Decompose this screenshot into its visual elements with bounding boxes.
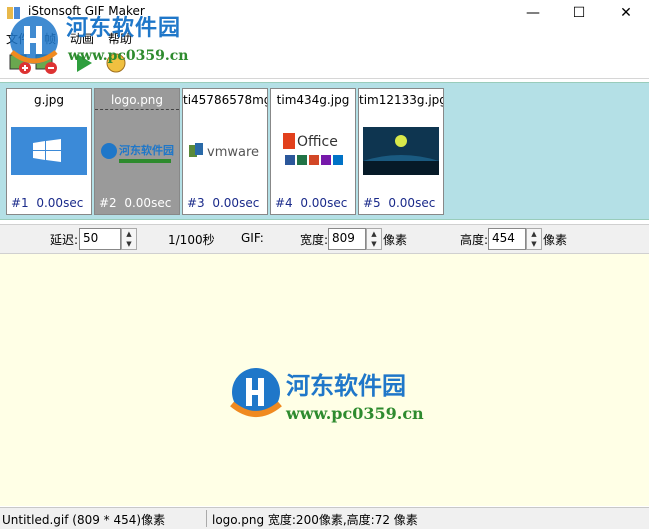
frame-index: #4 0.00sec (275, 196, 348, 210)
width-label: 宽度: (300, 233, 329, 247)
concert-image-thumb (363, 127, 439, 175)
gif-label: GIF: (241, 231, 264, 245)
preview-logo: 河东软件园 www.pc0359.cn (228, 366, 428, 438)
svg-text:Office: Office (297, 134, 338, 150)
hedong-logo-icon (230, 368, 282, 417)
width-unit-label: 像素 (383, 233, 408, 247)
preview-brand: 河东软件园 (286, 371, 406, 400)
hedong-logo-thumb: 河东软件园 (101, 143, 174, 163)
watermark-top: 河东软件园 www.pc0359.cn (4, 10, 214, 70)
frame-name: tim12133g.jpg (359, 93, 443, 107)
frame-name: g.jpg (34, 93, 64, 107)
frame-strip[interactable]: g.jpg #1 0.00sec logo.png 河东软件园 #2 0.00s… (0, 82, 649, 220)
frame-card[interactable]: tim12133g.jpg #5 0.00sec (358, 88, 444, 215)
status-bar: Untitled.gif (809 * 454)像素 logo.png 宽度:2… (0, 507, 649, 529)
svg-text:河东软件园: 河东软件园 (119, 143, 174, 157)
frame-index: #5 0.00sec (363, 196, 436, 210)
frame-card-selected[interactable]: logo.png 河东软件园 #2 0.00sec (94, 88, 180, 215)
status-divider (206, 510, 207, 527)
svg-text:vmware: vmware (207, 145, 259, 160)
control-bar: 延迟: 50 ▲ ▼ 1/100秒 GIF: 宽度: 809 ▲ ▼ 像素 高度: … (0, 224, 649, 254)
frame-index: #2 0.00sec (99, 196, 172, 210)
height-label: 高度: (460, 233, 489, 247)
width-spinner[interactable]: ▲ ▼ (366, 228, 382, 250)
frame-name: logo.png (110, 93, 164, 107)
status-frame-info: logo.png 宽度:200像素,高度:72 像素 (212, 513, 418, 527)
delay-spinner[interactable]: ▲ ▼ (121, 228, 137, 250)
frame-name: ti45786578mg (183, 93, 267, 107)
frame-index: #1 0.00sec (11, 196, 84, 210)
preview-area: 河东软件园 www.pc0359.cn (0, 254, 649, 506)
width-input[interactable]: 809 (328, 228, 366, 250)
height-unit-label: 像素 (543, 233, 568, 247)
watermark-url: www.pc0359.cn (68, 48, 189, 64)
vmware-logo-thumb: vmware (187, 127, 263, 175)
watermark-brand: 河东软件园 (66, 15, 182, 41)
height-input[interactable]: 454 (488, 228, 526, 250)
preview-url: www.pc0359.cn (286, 404, 424, 423)
watermark-logo-icon (10, 16, 58, 64)
delay-unit-label: 1/100秒 (168, 233, 215, 247)
frame-card[interactable]: ti45786578mg vmware #3 0.00sec (182, 88, 268, 215)
maximize-button[interactable]: ☐ (556, 0, 602, 26)
close-button[interactable]: ✕ (603, 0, 649, 26)
delay-input[interactable]: 50 (79, 228, 121, 250)
windows-logo-thumb (11, 127, 87, 175)
height-spinner[interactable]: ▲ ▼ (526, 228, 542, 250)
frame-card[interactable]: tim434g.jpg Office #4 0.00sec (270, 88, 356, 215)
status-file: Untitled.gif (809 * 454)像素 (2, 513, 166, 527)
frame-index: #3 0.00sec (187, 196, 260, 210)
minimize-button[interactable]: — (510, 0, 556, 26)
delay-label: 延迟: (50, 233, 79, 247)
frame-card[interactable]: g.jpg #1 0.00sec (6, 88, 92, 215)
frame-name: tim434g.jpg (276, 93, 350, 107)
office-logo-thumb: Office (275, 127, 351, 175)
